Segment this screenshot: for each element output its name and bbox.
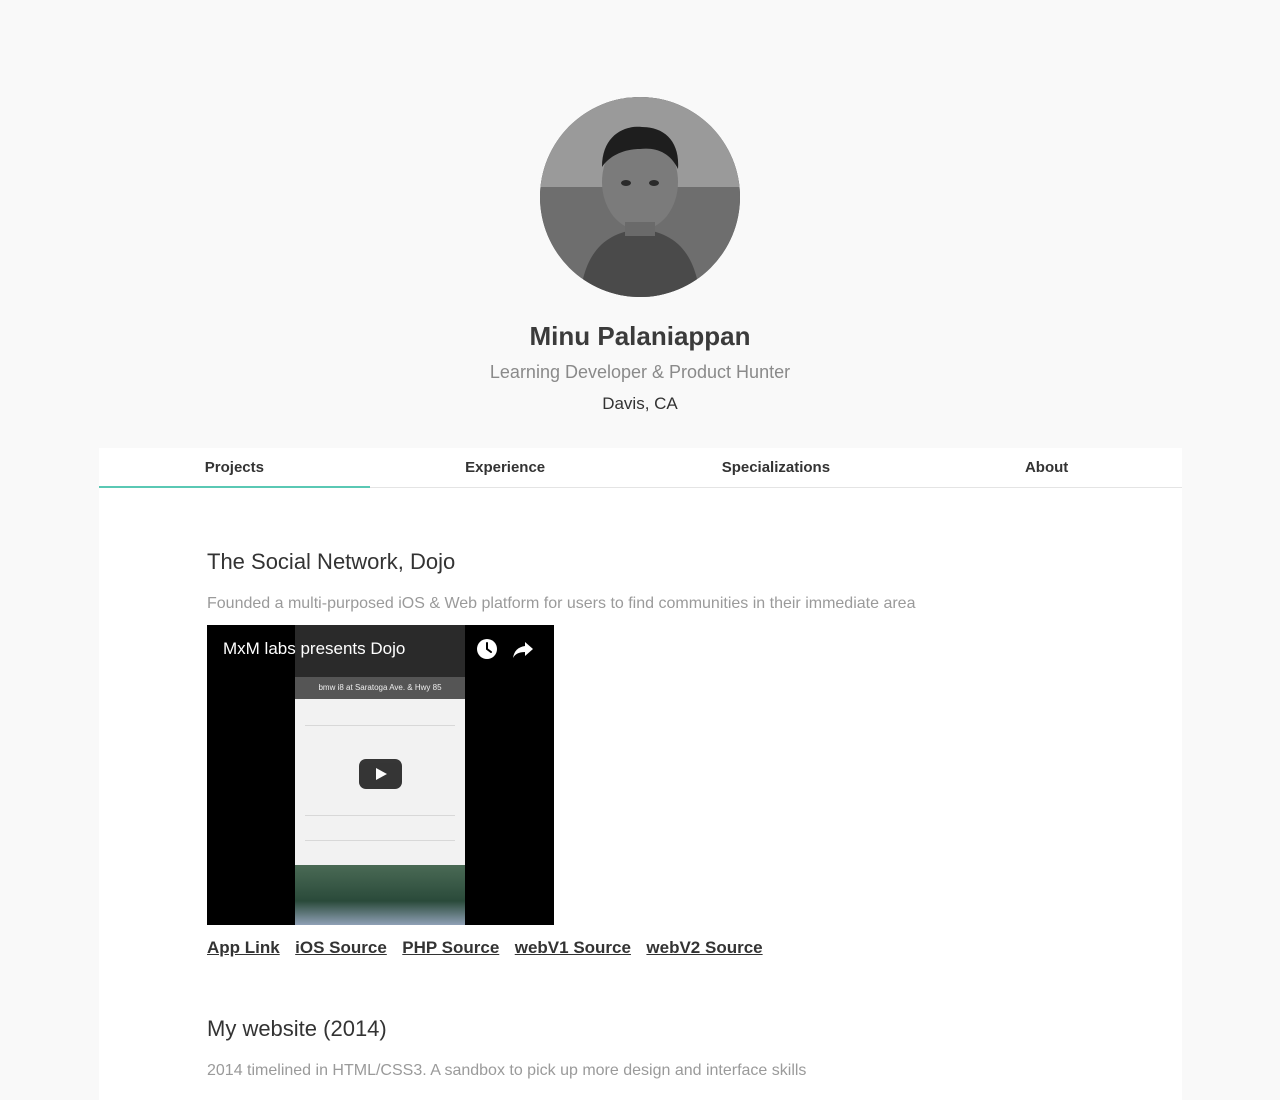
video-embed[interactable]: bmw i8 at Saratoga Ave. & Hwy 85 MxM lab… — [207, 625, 554, 925]
profile-location: Davis, CA — [602, 394, 678, 413]
video-frame-divider — [305, 840, 455, 841]
ios-source-link[interactable]: iOS Source — [295, 938, 387, 957]
webv2-source-link[interactable]: webV2 Source — [646, 938, 762, 957]
php-source-link[interactable]: PHP Source — [402, 938, 499, 957]
projects-list: The Social Network, Dojo Founded a multi… — [99, 488, 1182, 1081]
project-description: 2014 timelined in HTML/CSS3. A sandbox t… — [207, 1062, 807, 1079]
project-links: App Link iOS Source PHP Source webV1 Sou… — [207, 937, 1182, 959]
project-item: My website (2014) 2014 timelined in HTML… — [207, 1015, 1182, 1081]
share-icon[interactable] — [511, 637, 535, 661]
tab-projects[interactable]: Projects — [99, 448, 370, 488]
tab-about[interactable]: About — [911, 448, 1182, 487]
video-frame-photo — [295, 865, 465, 925]
project-item: The Social Network, Dojo Founded a multi… — [207, 548, 1182, 959]
video-frame-divider — [305, 725, 455, 726]
project-title: The Social Network, Dojo — [207, 549, 456, 574]
profile-name: Minu Palaniappan — [529, 321, 751, 351]
project-description: Founded a multi-purposed iOS & Web platf… — [207, 595, 916, 612]
profile-photo — [540, 97, 740, 297]
profile-header: Minu Palaniappan Learning Developer & Pr… — [0, 0, 1280, 414]
app-link[interactable]: App Link — [207, 938, 280, 957]
webv1-source-link[interactable]: webV1 Source — [515, 938, 631, 957]
project-title: My website (2014) — [207, 1016, 387, 1041]
tab-experience[interactable]: Experience — [370, 448, 641, 487]
video-title[interactable]: MxM labs presents Dojo — [223, 639, 405, 659]
content-card: Projects Experience Specializations Abou… — [99, 448, 1182, 1100]
video-frame-post-title: bmw i8 at Saratoga Ave. & Hwy 85 — [295, 677, 465, 699]
tab-bar: Projects Experience Specializations Abou… — [99, 448, 1182, 488]
avatar — [540, 97, 740, 297]
play-icon[interactable] — [359, 759, 402, 789]
tab-specializations[interactable]: Specializations — [641, 448, 912, 487]
clock-icon[interactable] — [475, 637, 499, 661]
profile-tagline: Learning Developer & Product Hunter — [489, 362, 791, 382]
video-frame-divider — [305, 815, 455, 816]
